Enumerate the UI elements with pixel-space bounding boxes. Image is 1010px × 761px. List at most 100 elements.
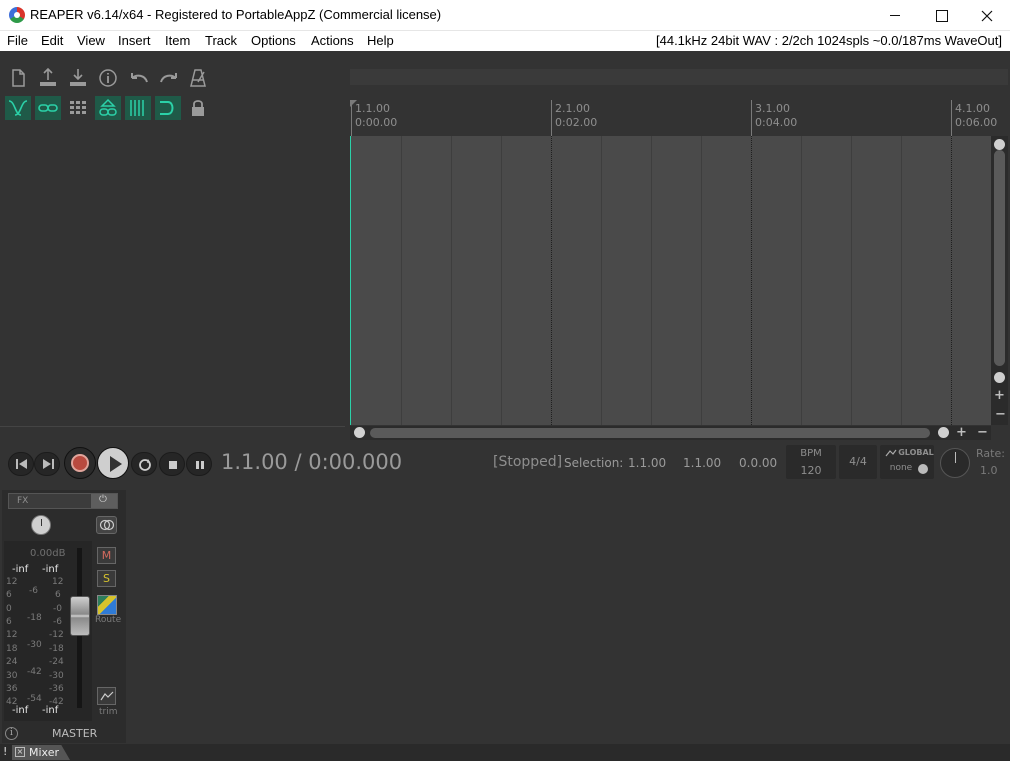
stereo-width-button[interactable]: [96, 516, 117, 534]
vertical-scrollbar[interactable]: [991, 136, 1008, 425]
lock-icon[interactable]: [185, 96, 211, 120]
grid-line: [801, 136, 802, 425]
project-settings-icon[interactable]: [95, 66, 121, 90]
open-project-icon[interactable]: [35, 66, 61, 90]
rate-label: Rate:: [976, 447, 1005, 460]
selection-length[interactable]: 0.0.00: [739, 456, 777, 470]
record-button[interactable]: [64, 447, 96, 479]
mute-button[interactable]: M: [97, 547, 116, 564]
snap-icon[interactable]: [125, 96, 151, 120]
stop-icon: [169, 461, 177, 469]
grid-line: [901, 136, 902, 425]
bpm-value[interactable]: 120: [786, 464, 836, 477]
fx-power-icon[interactable]: [91, 494, 117, 508]
position-display[interactable]: 1.1.00 / 0:00.000: [221, 450, 402, 474]
fx-slot[interactable]: FX: [8, 493, 118, 509]
menu-edit[interactable]: Edit: [41, 33, 63, 48]
region-lane[interactable]: [350, 69, 1008, 85]
route-icon[interactable]: [97, 595, 117, 615]
selection-start[interactable]: 1.1.00: [628, 456, 666, 470]
save-project-icon[interactable]: [65, 66, 91, 90]
meter-left-bottom: -inf: [12, 705, 29, 716]
playrate-knob[interactable]: [940, 448, 970, 478]
playrate-global-box[interactable]: GLOBAL none: [880, 445, 934, 479]
metronome-icon[interactable]: [185, 66, 211, 90]
ruler-time: 0:00.00: [355, 116, 398, 129]
docker-menu-button[interactable]: !: [3, 745, 7, 758]
scroll-up-icon[interactable]: [994, 139, 1005, 150]
envelope-trim-button[interactable]: [97, 687, 116, 705]
pause-button[interactable]: [186, 452, 212, 476]
auto-crossfade-icon[interactable]: [155, 96, 181, 120]
bpm-label: BPM: [800, 448, 822, 459]
info-icon[interactable]: i: [5, 727, 18, 740]
horizontal-scrollbar[interactable]: [350, 426, 991, 440]
go-to-end-button[interactable]: [34, 452, 60, 476]
scroll-left-icon[interactable]: [354, 427, 365, 438]
menu-insert[interactable]: Insert: [118, 33, 151, 48]
solo-button[interactable]: S: [97, 570, 116, 587]
meter-scale-right: -6: [53, 617, 62, 627]
volume-fader-handle[interactable]: [70, 596, 90, 636]
zoom-in-horizontal-icon[interactable]: +: [956, 425, 967, 440]
menu-file[interactable]: File: [7, 33, 28, 48]
time-signature[interactable]: 4/4: [839, 455, 877, 468]
redo-icon[interactable]: [155, 66, 181, 90]
play-button[interactable]: [97, 447, 129, 479]
vertical-scroll-thumb[interactable]: [994, 150, 1005, 366]
meter-scale-right: -18: [49, 644, 64, 654]
menu-actions[interactable]: Actions: [311, 33, 354, 48]
edit-cursor: [350, 136, 351, 425]
item-grouping-icon[interactable]: [95, 96, 121, 120]
menu-view[interactable]: View: [77, 33, 105, 48]
menu-item[interactable]: Item: [165, 33, 190, 48]
menu-bar: File Edit View Insert Item Track Options…: [0, 31, 1010, 51]
pause-icon: [196, 461, 204, 469]
menu-options[interactable]: Options: [251, 33, 296, 48]
ruler-measure: 1.1.00: [355, 102, 390, 115]
meter-scale-left: 12: [6, 630, 18, 640]
zoom-in-vertical-icon[interactable]: +: [994, 388, 1005, 403]
horizontal-scroll-thumb[interactable]: [370, 428, 930, 438]
mixer-panel[interactable]: [0, 488, 1010, 744]
undo-icon[interactable]: [125, 66, 151, 90]
minimize-button[interactable]: [872, 0, 918, 31]
peak-right[interactable]: -inf: [42, 564, 58, 575]
repeat-button[interactable]: [131, 452, 157, 476]
stop-button[interactable]: [159, 452, 185, 476]
close-icon: [981, 10, 993, 22]
edit-cursor-flag[interactable]: [350, 100, 357, 107]
close-tab-icon[interactable]: ×: [15, 747, 25, 757]
pan-knob[interactable]: [31, 515, 51, 535]
dropdown-icon[interactable]: [918, 464, 928, 474]
rate-value[interactable]: 1.0: [980, 464, 998, 477]
bpm-box[interactable]: BPM 120: [786, 445, 836, 479]
timeline-ruler[interactable]: 1.1.00 0:00.00 2.1.00 0:02.00 3.1.00 0:0…: [350, 98, 997, 136]
meter-scale-mid: -42: [27, 667, 42, 677]
menu-track[interactable]: Track: [205, 33, 237, 48]
scroll-down-icon[interactable]: [994, 372, 1005, 383]
global-label: GLOBAL: [898, 448, 934, 457]
new-project-icon[interactable]: [5, 66, 31, 90]
volume-readout[interactable]: 0.00dB: [30, 548, 65, 559]
skip-back-icon: [16, 459, 27, 469]
mixer-tab[interactable]: × Mixer: [12, 745, 70, 760]
scroll-right-icon[interactable]: [938, 427, 949, 438]
peak-left[interactable]: -inf: [12, 564, 28, 575]
close-button[interactable]: [964, 0, 1010, 31]
meter-scale-left: 24: [6, 657, 18, 667]
reaper-window: REAPER v6.14/x64 - Registered to Portabl…: [0, 0, 1010, 761]
go-to-start-button[interactable]: [8, 452, 34, 476]
time-signature-box[interactable]: 4/4: [839, 445, 877, 479]
maximize-button[interactable]: [918, 0, 964, 31]
arrange-view[interactable]: [350, 136, 991, 425]
selection-end[interactable]: 1.1.00: [683, 456, 721, 470]
zoom-out-horizontal-icon[interactable]: −: [977, 425, 988, 440]
ruler-tick: [951, 100, 952, 136]
audio-device-status[interactable]: [44.1kHz 24bit WAV : 2/2ch 1024spls ~0.0…: [656, 33, 1002, 48]
grouping-icon[interactable]: [35, 96, 61, 120]
menu-help[interactable]: Help: [367, 33, 394, 48]
ripple-editing-icon[interactable]: [5, 96, 31, 120]
zoom-out-vertical-icon[interactable]: −: [995, 407, 1006, 422]
grid-icon[interactable]: [65, 96, 91, 120]
